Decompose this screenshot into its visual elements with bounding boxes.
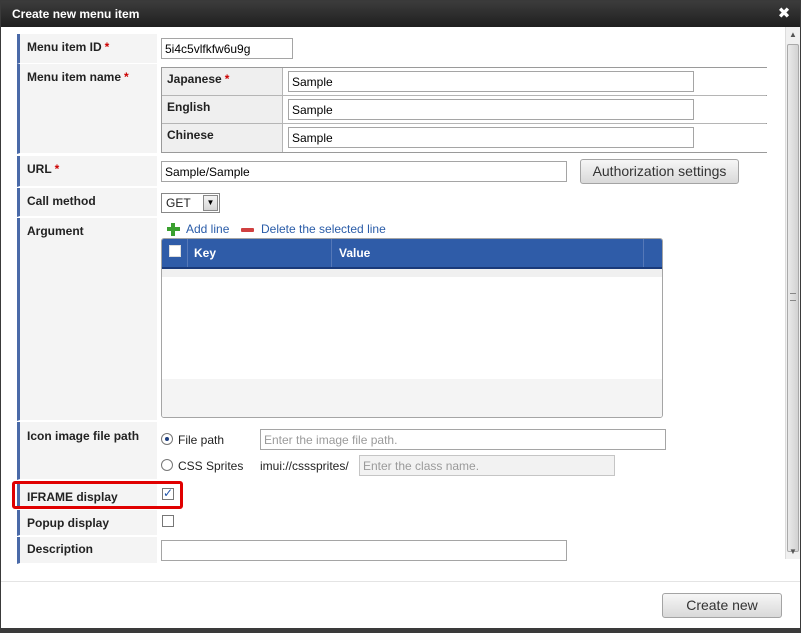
row-menu-item-name: Menu item name* Japanese* English Chines… [17,64,772,154]
url-input[interactable] [161,161,567,182]
description-label: Description [27,542,94,556]
argument-grid-header: Key Value [162,239,662,269]
row-menu-item-id: Menu item ID * [17,34,772,64]
chinese-name-input[interactable] [288,127,694,148]
japanese-name-input[interactable] [288,71,694,92]
english-name-input[interactable] [288,99,694,120]
description-input[interactable] [161,540,567,561]
language-row-japanese: Japanese * [162,68,768,96]
scroll-up-icon[interactable]: ▲ [786,27,800,42]
create-new-button[interactable]: Create new [662,593,782,618]
language-name-table: Japanese* English Chinese [161,67,768,153]
language-label-japanese: Japanese * [162,68,283,95]
select-all-checkbox[interactable] [169,245,181,257]
popup-display-label: Popup display [27,516,110,530]
file-path-option-label: File path [178,433,225,447]
column-header-key[interactable]: Key [188,239,332,267]
vertical-scrollbar[interactable]: ▲ ▼ [785,27,800,559]
menu-item-id-input[interactable] [161,38,293,59]
scrollbar-thumb[interactable] [787,44,799,552]
close-icon[interactable]: ✖ [776,1,792,27]
row-call-method: Call method GET ▼ [17,188,772,217]
css-sprites-prefix: imui://csssprites/ [260,459,349,473]
argument-grid: Key Value [161,238,663,418]
row-description: Description [17,537,772,564]
menu-item-id-label: Menu item ID * [27,40,110,54]
argument-label: Argument [27,224,84,238]
row-url: URL* Authorization settings [17,156,772,187]
image-file-path-input[interactable] [260,429,666,450]
file-path-radio[interactable] [161,433,173,445]
scroll-down-icon[interactable]: ▼ [786,544,800,559]
icon-image-label: Icon image file path [27,429,140,443]
popup-display-checkbox[interactable] [162,515,174,527]
authorization-settings-button[interactable]: Authorization settings [580,159,739,184]
language-row-chinese: Chinese [162,124,768,152]
css-class-name-input[interactable] [359,455,615,476]
css-sprites-option-label: CSS Sprites [178,459,244,473]
delete-selected-line-link[interactable]: Delete the selected line [261,222,386,236]
row-icon-image: Icon image file path File path CSS Sprit… [17,422,772,480]
dialog-title: Create new menu item [12,7,140,21]
dialog-titlebar: Create new menu item ✖ [1,1,800,27]
row-popup-display: Popup display [17,510,772,536]
language-label-english: English [162,96,283,123]
create-menu-item-dialog: Create new menu item ✖ Menu item ID* Men… [0,0,801,633]
dialog-bottom-border [1,628,800,633]
css-sprites-radio[interactable] [161,459,173,471]
column-header-value[interactable]: Value [332,239,644,267]
language-row-english: English [162,96,768,124]
call-method-select[interactable]: GET ▼ [161,193,220,213]
language-label-chinese: Chinese [162,124,283,152]
menu-item-name-label: Menu item name * [27,70,129,84]
dialog-footer: Create new [1,581,800,633]
url-label: URL * [27,162,60,176]
call-method-label: Call method [27,194,96,208]
add-line-link[interactable]: Add line [186,222,229,236]
delete-icon[interactable] [241,228,254,232]
row-argument: Argument Add line Delete the selected li… [17,218,772,421]
add-icon[interactable] [167,223,180,236]
chevron-down-icon[interactable]: ▼ [203,195,218,211]
iframe-display-highlight [12,481,183,509]
